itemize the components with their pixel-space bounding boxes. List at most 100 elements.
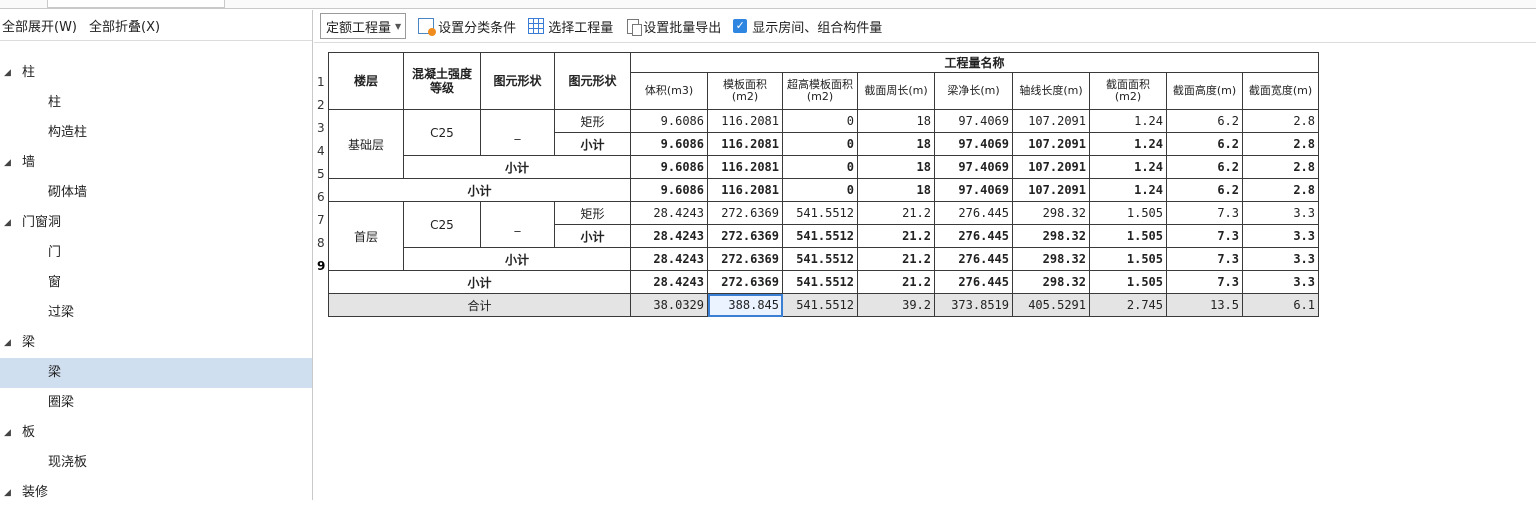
value-cell[interactable]: 0 [782, 155, 858, 179]
value-cell[interactable]: 298.32 [1012, 201, 1090, 225]
tree-item[interactable]: ◢ 墙 [0, 148, 312, 178]
value-cell[interactable]: 116.2081 [707, 155, 783, 179]
subheader-cell[interactable]: 超高模板面积(m2) [782, 72, 858, 110]
row-number[interactable]: 4 [317, 144, 328, 158]
value-cell[interactable]: 276.445 [934, 270, 1013, 294]
value-cell[interactable]: 107.2091 [1012, 132, 1090, 156]
value-cell[interactable]: 18 [857, 178, 935, 202]
value-cell[interactable]: 272.6369 [707, 224, 783, 248]
value-cell[interactable]: 21.2 [857, 247, 935, 271]
value-cell[interactable]: 298.32 [1012, 224, 1090, 248]
subheader-cell[interactable]: 截面宽度(m) [1242, 72, 1319, 110]
value-cell[interactable]: 1.505 [1089, 247, 1167, 271]
value-cell[interactable]: 298.32 [1012, 247, 1090, 271]
header-concrete-grade[interactable]: 混凝土强度等级 [403, 52, 481, 110]
subheader-cell[interactable]: 截面周长(m) [857, 72, 935, 110]
value-cell[interactable]: 38.0329 [630, 293, 708, 317]
value-cell[interactable]: 39.2 [857, 293, 935, 317]
value-cell[interactable]: 9.6086 [630, 132, 708, 156]
subheader-cell[interactable]: 模板面积(m2) [707, 72, 783, 110]
value-cell[interactable]: 28.4243 [630, 247, 708, 271]
value-cell[interactable]: 0 [782, 178, 858, 202]
value-cell[interactable]: 405.5291 [1012, 293, 1090, 317]
value-cell[interactable]: 298.32 [1012, 270, 1090, 294]
row-number[interactable]: 1 [317, 75, 328, 89]
value-cell[interactable]: 272.6369 [707, 201, 783, 225]
select-quantity-button[interactable]: 选择工程量 [528, 17, 613, 36]
value-cell[interactable]: 9.6086 [630, 155, 708, 179]
subtotal-cell[interactable]: 小计 [328, 270, 631, 294]
value-cell[interactable]: 1.24 [1089, 132, 1167, 156]
header-quantity-name[interactable]: 工程量名称 [630, 52, 1319, 73]
row-number[interactable]: 7 [317, 213, 328, 227]
value-cell[interactable]: 276.445 [934, 247, 1013, 271]
tree-item[interactable]: 过梁 [0, 298, 312, 328]
value-cell[interactable]: 7.3 [1166, 224, 1243, 248]
value-cell[interactable]: 6.2 [1166, 109, 1243, 133]
concrete-grade-cell[interactable]: C25 [403, 201, 481, 248]
subtotal-cell[interactable]: 小计 [554, 132, 631, 156]
value-cell[interactable]: 6.2 [1166, 155, 1243, 179]
row-number[interactable]: 6 [317, 190, 328, 204]
collapse-all-button[interactable]: 全部折叠(X) [89, 16, 160, 35]
value-cell[interactable]: 541.5512 [782, 270, 858, 294]
row-number[interactable]: 8 [317, 236, 328, 250]
value-cell[interactable]: 3.3 [1242, 224, 1319, 248]
subheader-cell[interactable]: 体积(m3) [630, 72, 708, 110]
value-cell[interactable]: 7.3 [1166, 201, 1243, 225]
header-shape-1[interactable]: 图元形状 [480, 52, 555, 110]
expand-arrow-icon[interactable]: ◢ [4, 478, 11, 508]
value-cell[interactable]: 7.3 [1166, 270, 1243, 294]
shape-cell[interactable]: 矩形 [554, 201, 631, 225]
tree-item[interactable]: ◢ 板 [0, 418, 312, 448]
tree-item[interactable]: 现浇板 [0, 448, 312, 478]
top-tab-stub[interactable] [47, 0, 225, 8]
floor-cell[interactable]: 首层 [328, 201, 404, 271]
value-cell[interactable]: 3.3 [1242, 201, 1319, 225]
tree-item[interactable]: 梁 [0, 358, 312, 388]
value-cell[interactable]: 97.4069 [934, 178, 1013, 202]
value-cell[interactable]: 21.2 [857, 270, 935, 294]
row-number[interactable]: 3 [317, 121, 328, 135]
value-cell[interactable]: 373.8519 [934, 293, 1013, 317]
value-cell[interactable]: 21.2 [857, 224, 935, 248]
row-number[interactable]: 9 [317, 259, 328, 273]
subheader-cell[interactable]: 截面高度(m) [1166, 72, 1243, 110]
header-shape-2[interactable]: 图元形状 [554, 52, 631, 110]
value-cell[interactable]: 6.1 [1242, 293, 1319, 317]
shape-dash-cell[interactable]: _ [480, 109, 555, 156]
value-cell[interactable]: 2.8 [1242, 109, 1319, 133]
subtotal-cell[interactable]: 小计 [403, 247, 631, 271]
value-cell[interactable]: 107.2091 [1012, 155, 1090, 179]
subheader-cell[interactable]: 轴线长度(m) [1012, 72, 1090, 110]
expand-arrow-icon[interactable]: ◢ [4, 208, 11, 238]
row-number[interactable]: 2 [317, 98, 328, 112]
value-cell[interactable]: 0 [782, 132, 858, 156]
shape-dash-cell[interactable]: _ [480, 201, 555, 248]
value-cell[interactable]: 21.2 [857, 201, 935, 225]
row-number[interactable]: 5 [317, 167, 328, 181]
value-cell[interactable]: 541.5512 [782, 201, 858, 225]
tree-item[interactable]: ◢ 梁 [0, 328, 312, 358]
quantity-type-dropdown[interactable]: 定额工程量 ▼ [320, 13, 407, 39]
subtotal-cell[interactable]: 小计 [328, 178, 631, 202]
subheader-cell[interactable]: 梁净长(m) [934, 72, 1013, 110]
tree-item[interactable]: 圈梁 [0, 388, 312, 418]
header-floor[interactable]: 楼层 [328, 52, 404, 110]
value-cell[interactable]: 0 [782, 109, 858, 133]
expand-arrow-icon[interactable]: ◢ [4, 328, 11, 358]
value-cell[interactable]: 2.8 [1242, 178, 1319, 202]
show-rooms-checkbox[interactable]: ✓ 显示房间、组合构件量 [733, 17, 882, 36]
checkbox-checked-icon[interactable]: ✓ [733, 19, 748, 33]
value-cell[interactable]: 3.3 [1242, 270, 1319, 294]
value-cell[interactable]: 28.4243 [630, 270, 708, 294]
value-cell[interactable]: 272.6369 [707, 270, 783, 294]
value-cell[interactable]: 1.24 [1089, 109, 1167, 133]
expand-all-button[interactable]: 全部展开(W) [2, 16, 77, 35]
value-cell[interactable]: 1.505 [1089, 224, 1167, 248]
value-cell[interactable]: 9.6086 [630, 109, 708, 133]
tree-item[interactable]: 门 [0, 238, 312, 268]
batch-export-button[interactable]: 设置批量导出 [625, 17, 721, 36]
value-cell[interactable]: 7.3 [1166, 247, 1243, 271]
tree-item[interactable]: ◢ 柱 [0, 58, 312, 88]
